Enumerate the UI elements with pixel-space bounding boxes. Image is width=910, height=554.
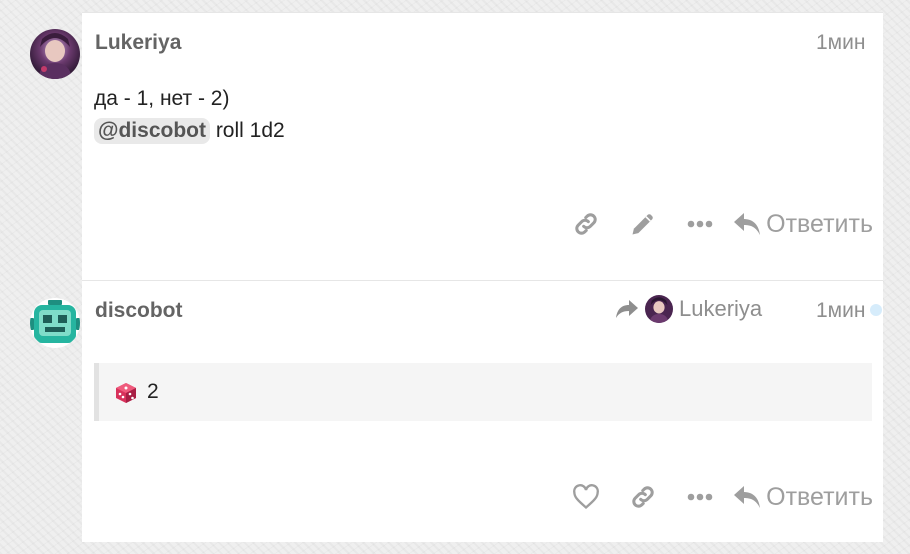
reply-button[interactable]: Ответить xyxy=(732,483,873,512)
avatar[interactable] xyxy=(30,29,80,79)
reply-label: Ответить xyxy=(766,482,873,511)
post-actions: Ответить xyxy=(557,204,873,244)
reply-icon xyxy=(734,486,761,508)
dice-icon xyxy=(116,383,136,403)
unread-indicator xyxy=(870,304,882,316)
mention-link[interactable]: @discobot xyxy=(94,118,210,144)
post-date[interactable]: 1мин xyxy=(816,31,865,55)
link-icon xyxy=(574,213,597,235)
share-arrow-icon xyxy=(616,300,638,318)
show-more-button[interactable] xyxy=(671,477,728,517)
more-icon xyxy=(687,220,712,228)
post-body-line: да - 1, нет - 2) xyxy=(94,87,230,110)
post-discobot: discobot Lukeriya 1мин 2 Ответить xyxy=(30,280,883,543)
reply-button[interactable]: Ответить xyxy=(732,210,873,239)
avatar[interactable] xyxy=(30,298,80,348)
post-date[interactable]: 1мин xyxy=(816,299,865,323)
link-icon xyxy=(631,486,654,508)
edit-button[interactable] xyxy=(614,204,671,244)
username[interactable]: discobot xyxy=(95,299,183,323)
reply-to-username: Lukeriya xyxy=(679,296,763,321)
heart-icon xyxy=(572,484,599,510)
dice-roll-value: 2 xyxy=(147,380,159,403)
copy-link-button[interactable] xyxy=(614,477,671,517)
more-icon xyxy=(687,493,712,501)
post-lukeriya: Lukeriya 1мин да - 1, нет - 2) @discobot… xyxy=(30,12,883,281)
reply-icon xyxy=(734,213,761,235)
like-button[interactable] xyxy=(557,477,614,517)
reply-to-avatar xyxy=(645,295,673,323)
post-actions: Ответить xyxy=(557,477,873,517)
post-body-command: @discobot roll 1d2 xyxy=(94,118,285,144)
username[interactable]: Lukeriya xyxy=(95,31,181,55)
reply-to-tab[interactable]: Lukeriya xyxy=(615,295,762,323)
pencil-icon xyxy=(632,214,653,235)
command-text: roll 1d2 xyxy=(209,119,285,142)
reply-label: Ответить xyxy=(766,209,873,238)
topic-stream: Lukeriya 1мин да - 1, нет - 2) @discobot… xyxy=(30,12,883,543)
dice-result-quote: 2 xyxy=(94,363,872,421)
show-more-button[interactable] xyxy=(671,204,728,244)
copy-link-button[interactable] xyxy=(557,204,614,244)
